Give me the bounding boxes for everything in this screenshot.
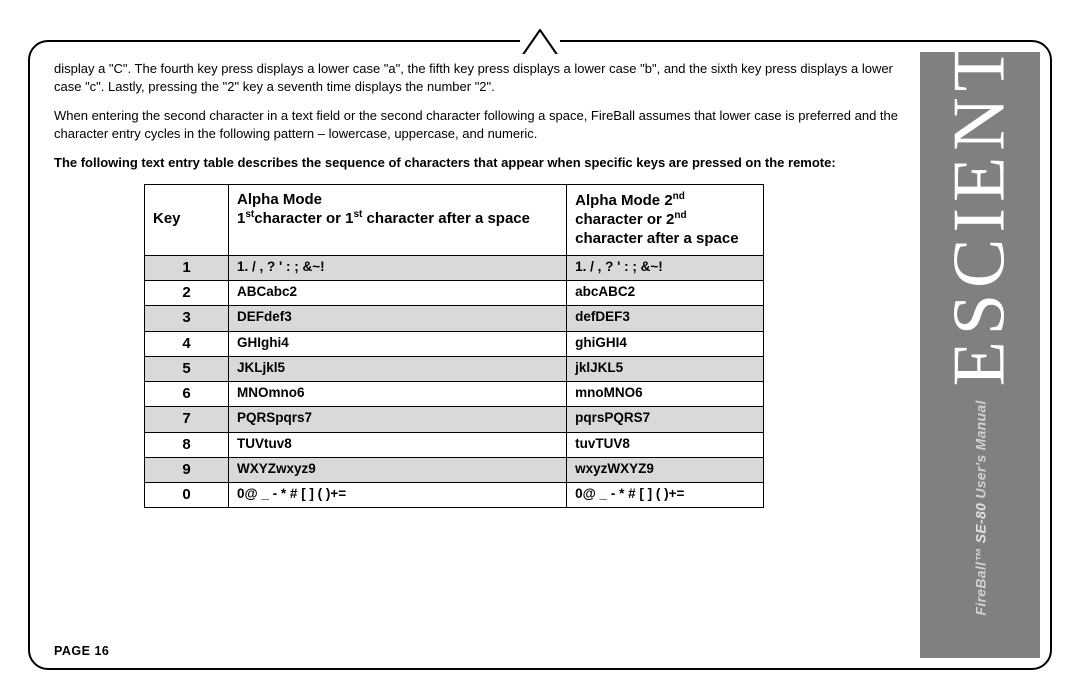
cell-key: 2 [145,281,229,306]
table-row: 5 JKLjkl5 jklJKL5 [145,356,764,381]
cell-key: 4 [145,331,229,356]
cell-c2: wxyzWXYZ9 [567,457,764,482]
table-row: 3 DEFdef3 defDEF3 [145,306,764,331]
cell-c2: mnoMNO6 [567,382,764,407]
cell-c1: GHIghi4 [229,331,567,356]
manual-model: SE-80 [972,503,988,543]
page-root: FireBall™ SE-80 User's Manual ESCIENT® d… [0,0,1080,698]
cell-c1: ABCabc2 [229,281,567,306]
content: display a "C". The fourth key press disp… [54,60,904,638]
cell-key: 1 [145,255,229,280]
th-mode2: Alpha Mode 2nd character or 2nd characte… [567,184,764,255]
th-key: Key [145,184,229,255]
paragraph-2: When entering the second character in a … [54,107,904,142]
page-number: PAGE 16 [54,644,109,658]
th-mode1-title: Alpha Mode [237,191,322,208]
cell-key: 0 [145,483,229,508]
manual-label: FireBall™ SE-80 User's Manual [972,400,988,615]
th-mode2-line3: character after a space [575,230,738,247]
paragraph-1: display a "C". The fourth key press disp… [54,60,904,95]
cell-c2: 1. / , ? ' : ; &~! [567,255,764,280]
cell-c2: defDEF3 [567,306,764,331]
cell-c2: jklJKL5 [567,356,764,381]
table-header-row: Key Alpha Mode 1stcharacter or 1st chara… [145,184,764,255]
cell-c2: ghiGHI4 [567,331,764,356]
table-row: 1 1. / , ? ' : ; &~! 1. / , ? ' : ; &~! [145,255,764,280]
cell-c1: JKLjkl5 [229,356,567,381]
th-mode1: Alpha Mode 1stcharacter or 1st character… [229,184,567,255]
cell-key: 6 [145,382,229,407]
cell-c1: WXYZwxyz9 [229,457,567,482]
cell-c1: MNOmno6 [229,382,567,407]
th-mode2-line2: character or 2nd [575,211,686,228]
manual-prefix: FireBall™ [972,547,988,615]
cell-c2: tuvTUV8 [567,432,764,457]
brand-logo: ESCIENT® [938,20,1023,386]
tab-notch [520,24,560,58]
sidebar-inner: FireBall™ SE-80 User's Manual ESCIENT® [938,36,1023,616]
brand-text: ESCIENT [938,40,1023,386]
table-row: 7 PQRSpqrs7 pqrsPQRS7 [145,407,764,432]
table-row: 0 0@ _ - * # [ ] ( )+= 0@ _ - * # [ ] ( … [145,483,764,508]
text-entry-table: Key Alpha Mode 1stcharacter or 1st chara… [144,184,764,509]
paragraph-3: The following text entry table describes… [54,154,904,172]
th-mode2-line1: Alpha Mode 2nd [575,192,685,209]
sidebar: FireBall™ SE-80 User's Manual ESCIENT® [920,52,1040,658]
table-row: 9 WXYZwxyz9 wxyzWXYZ9 [145,457,764,482]
registered-icon: ® [946,18,967,38]
table-body: 1 1. / , ? ' : ; &~! 1. / , ? ' : ; &~! … [145,255,764,508]
table-row: 4 GHIghi4 ghiGHI4 [145,331,764,356]
cell-key: 3 [145,306,229,331]
cell-c1: TUVtuv8 [229,432,567,457]
cell-c1: PQRSpqrs7 [229,407,567,432]
cell-c1: 1. / , ? ' : ; &~! [229,255,567,280]
cell-c2: pqrsPQRS7 [567,407,764,432]
cell-key: 8 [145,432,229,457]
table-row: 8 TUVtuv8 tuvTUV8 [145,432,764,457]
cell-key: 7 [145,407,229,432]
cell-c1: DEFdef3 [229,306,567,331]
cell-c1: 0@ _ - * # [ ] ( )+= [229,483,567,508]
table-row: 6 MNOmno6 mnoMNO6 [145,382,764,407]
table-row: 2 ABCabc2 abcABC2 [145,281,764,306]
cell-c2: abcABC2 [567,281,764,306]
cell-key: 9 [145,457,229,482]
th-mode1-line2: 1stcharacter or 1st character after a sp… [237,210,530,227]
cell-key: 5 [145,356,229,381]
cell-c2: 0@ _ - * # [ ] ( )+= [567,483,764,508]
manual-suffix: User's Manual [972,400,988,498]
